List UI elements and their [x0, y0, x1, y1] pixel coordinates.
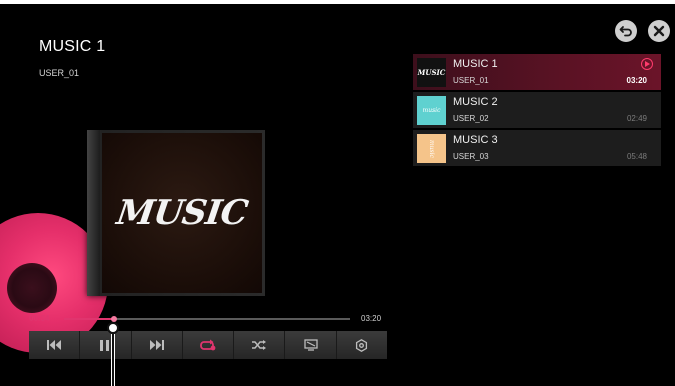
current-time: 00:34	[29, 314, 50, 323]
now-playing-artist: USER_01	[39, 68, 80, 78]
progress-fill	[64, 318, 113, 320]
now-playing-title: MUSIC 1	[39, 38, 106, 55]
playlist-item[interactable]: MUSIC MUSIC 1 USER_01 03:20	[413, 54, 661, 90]
pause-button[interactable]	[80, 331, 132, 359]
thumbnail-logo: music	[422, 107, 441, 114]
playlist-item[interactable]: music MUSIC 3 USER_03 05:48	[413, 130, 661, 166]
playlist-item-artist: USER_01	[453, 76, 489, 85]
remote-pointer	[107, 322, 119, 334]
gear-icon	[356, 338, 368, 352]
next-button[interactable]	[132, 331, 183, 359]
close-button[interactable]	[648, 20, 670, 42]
playlist-thumbnail: music	[417, 96, 446, 125]
playlist-item-title: MUSIC 1	[453, 58, 498, 70]
total-time: 03:20	[361, 314, 382, 323]
thumbnail-logo: music	[428, 139, 435, 158]
playlist-item-duration: 03:20	[626, 76, 647, 85]
thumbnail-logo: MUSIC	[417, 68, 446, 77]
previous-button[interactable]	[29, 331, 81, 359]
play-icon	[641, 58, 653, 70]
return-arrow-icon	[619, 26, 632, 37]
playlist-item-duration: 05:48	[626, 152, 647, 161]
album-art-logo: MUSIC	[114, 193, 250, 233]
remote-pointer-stem-core	[112, 334, 114, 386]
playlist-item-artist: USER_03	[453, 152, 489, 161]
repeat-button[interactable]	[183, 331, 235, 359]
playlist-item-duration: 02:49	[626, 114, 647, 123]
playback-controls	[29, 331, 387, 359]
playlist-item-artist: USER_02	[453, 114, 489, 123]
back-button[interactable]	[615, 20, 637, 42]
close-x-icon	[653, 25, 665, 37]
top-border	[0, 0, 675, 4]
playlist-item-title: MUSIC 2	[453, 96, 498, 108]
skip-forward-icon	[149, 340, 164, 350]
playlist-thumbnail: music	[417, 134, 446, 163]
playlist-thumbnail: MUSIC	[417, 58, 446, 87]
music-player-screen: MUSIC 1 USER_01 MUSIC 00:34 03:20 MUSIC …	[0, 0, 675, 386]
playlist: MUSIC MUSIC 1 USER_01 03:20 music MUSIC …	[413, 54, 661, 168]
skip-back-icon	[47, 340, 62, 350]
album-spine	[87, 130, 100, 296]
shuffle-button[interactable]	[234, 331, 286, 359]
screen-off-icon	[303, 339, 318, 351]
vinyl-disc-center	[7, 263, 57, 313]
screen-off-button[interactable]	[285, 331, 337, 359]
settings-button[interactable]	[337, 331, 387, 359]
shuffle-icon	[252, 340, 267, 350]
playlist-item[interactable]: music MUSIC 2 USER_02 02:49	[413, 92, 661, 128]
pause-icon	[100, 339, 110, 351]
repeat-icon	[200, 339, 216, 351]
album-art: MUSIC	[102, 133, 262, 293]
playlist-item-title: MUSIC 3	[453, 134, 498, 146]
